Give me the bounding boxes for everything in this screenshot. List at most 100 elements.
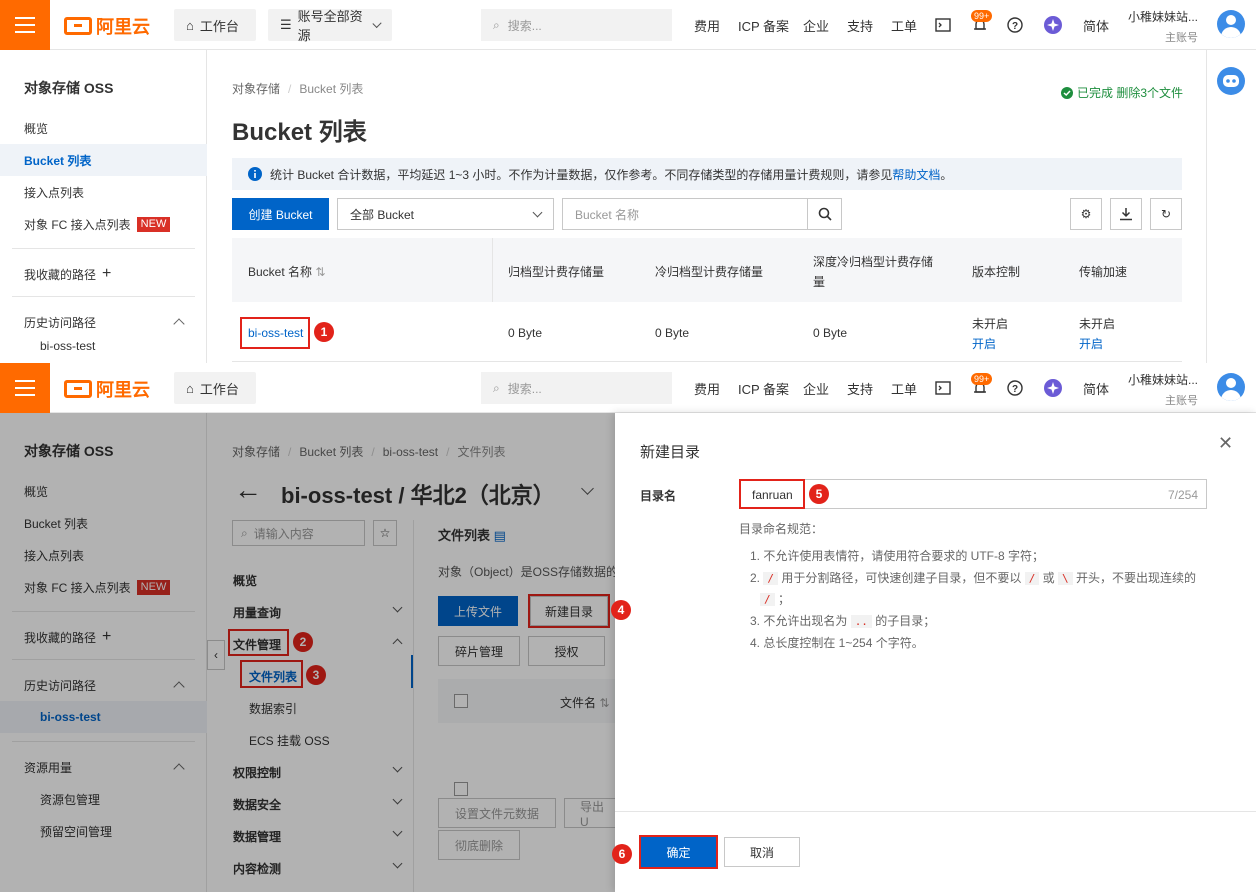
plus-icon[interactable]: + [102, 265, 111, 283]
nav-ticket[interactable]: 工单 [891, 0, 917, 50]
avatar[interactable] [1217, 373, 1245, 401]
enable-accel-link[interactable]: 开启 [1079, 335, 1103, 352]
sidebar-item-fc-access-points[interactable]: 对象 FC 接入点列表 NEW [0, 208, 207, 240]
step-number-4: 4 [611, 600, 631, 620]
sidebar-history-item[interactable]: bi-oss-test [0, 338, 207, 354]
bucket-name-search-input[interactable]: Bucket 名称 [562, 198, 808, 230]
sidebar-item-overview[interactable]: 概览 [0, 112, 207, 144]
table-row [232, 302, 1182, 362]
cell-cold: 0 Byte [655, 326, 690, 340]
bottom-navbar: 阿里云 ⌂ 工作台 ⌕ 搜索... 费用 ICP 备案 企业 支持 工单 99+ ?… [0, 363, 1256, 413]
nav-ticket[interactable]: 工单 [891, 363, 917, 413]
workbench-button[interactable]: ⌂ 工作台 [174, 9, 256, 41]
aliyun-logo[interactable]: 阿里云 [64, 13, 150, 39]
aliyun-logo[interactable]: 阿里云 [64, 376, 150, 402]
annotation-box-5 [739, 479, 805, 509]
svg-text:?: ? [1012, 384, 1018, 395]
notification-badge: 99+ [971, 10, 993, 22]
robot-assistant-icon[interactable] [1216, 66, 1246, 96]
home-icon: ⌂ [186, 380, 194, 396]
language-switch[interactable]: 简体 [1083, 363, 1109, 413]
terminal-icon[interactable] [934, 16, 952, 34]
nav-enterprise[interactable]: 企业 [803, 0, 829, 50]
refresh-icon[interactable]: ↻ [1150, 198, 1182, 230]
nav-support[interactable]: 支持 [847, 363, 873, 413]
col-deep-cold-archive: 深度冷归档型计费存储量 [813, 255, 934, 289]
rule-3: 3. 不允许出现名为 .. 的子目录； [750, 614, 936, 628]
sort-icon[interactable]: ⇅ [315, 265, 325, 279]
help-icon[interactable]: ? [1006, 16, 1024, 34]
step-number-6: 6 [612, 844, 632, 864]
breadcrumb: 对象存储 / Bucket 列表 [232, 82, 364, 96]
search-icon: ⌕ [493, 17, 500, 32]
home-icon: ⌂ [186, 17, 194, 33]
close-icon[interactable]: ✕ [1218, 433, 1233, 454]
nav-fee[interactable]: 费用 [694, 0, 720, 50]
sidebar-item-bucket-list[interactable]: Bucket 列表 [0, 144, 207, 176]
col-cold-archive: 冷归档型计费存储量 [655, 265, 764, 279]
download-icon[interactable] [1110, 198, 1142, 230]
ai-assistant-icon[interactable] [1044, 16, 1062, 34]
sidebar-title: 对象存储 OSS [24, 80, 114, 96]
language-switch[interactable]: 简体 [1083, 0, 1109, 50]
nav-enterprise[interactable]: 企业 [803, 363, 829, 413]
global-search-input[interactable]: ⌕ 搜索... [481, 372, 672, 404]
step-number-1: 1 [314, 322, 334, 342]
workbench-button[interactable]: ⌂ 工作台 [174, 372, 256, 404]
hamburger-menu-icon[interactable] [0, 363, 50, 413]
ai-assistant-icon[interactable] [1044, 379, 1062, 397]
bucket-filter-select[interactable]: 全部 Bucket [337, 198, 554, 230]
drawer-title: 新建目录 [640, 444, 701, 461]
search-icon [818, 207, 832, 221]
avatar[interactable] [1217, 10, 1245, 38]
nav-icp[interactable]: ICP 备案 [738, 0, 789, 50]
annotation-box-6 [639, 835, 718, 869]
create-bucket-button[interactable]: 创建 Bucket [232, 198, 329, 230]
sidebar-history[interactable]: 历史访问路径 [0, 306, 207, 338]
help-icon[interactable]: ? [1006, 379, 1024, 397]
chevron-up-icon [173, 318, 185, 330]
user-menu[interactable]: 小稚妹妹站... 主账号 [1128, 371, 1198, 408]
search-icon: ⌕ [493, 380, 500, 395]
rule-4: 4. 总长度控制在 1~254 个字符。 [750, 636, 924, 650]
page-title: Bucket 列表 [232, 119, 367, 146]
check-circle-icon [1061, 86, 1073, 99]
rule-1: 1. 不允许使用表情符，请使用符合要求的 UTF-8 字符； [750, 549, 1045, 563]
sidebar-item-access-points[interactable]: 接入点列表 [0, 176, 207, 208]
col-transfer-accel: 传输加速 [1079, 265, 1128, 279]
directory-name-label: 目录名 [640, 489, 677, 503]
info-icon [248, 167, 262, 181]
enable-versioning-link[interactable]: 开启 [972, 335, 996, 352]
global-search-input[interactable]: ⌕ 搜索... [481, 9, 672, 41]
new-badge: NEW [136, 216, 171, 232]
settings-gear-icon[interactable]: ⚙ [1070, 198, 1102, 230]
user-menu[interactable]: 小稚妹妹站... 主账号 [1128, 8, 1198, 45]
col-archive: 归档型计费存储量 [508, 265, 605, 279]
sidebar-favorites[interactable]: 我收藏的路径 + [0, 258, 207, 290]
svg-text:?: ? [1012, 21, 1018, 32]
search-button[interactable] [807, 198, 842, 230]
naming-rules-title: 目录命名规范： [739, 522, 824, 536]
cancel-button[interactable]: 取消 [724, 837, 800, 867]
rule-2: 2. / 用于分割路径，可快速创建子目录，但不要以 / 或 \ 开头，不要出现连… [750, 571, 1196, 606]
help-doc-link[interactable]: 帮助文档 [892, 168, 940, 182]
account-resources-button[interactable]: ☰ 账号全部资源 [268, 9, 392, 43]
hamburger-menu-icon[interactable] [0, 0, 50, 50]
new-directory-drawer: 新建目录 ✕ 目录名 fanruan 7/254 5 目录命名规范： 1. 不允… [615, 413, 1256, 892]
char-count: 7/254 [1167, 488, 1198, 502]
nav-icp[interactable]: ICP 备案 [738, 363, 789, 413]
cell-versioning: 未开启 [972, 317, 1009, 331]
nav-fee[interactable]: 费用 [694, 363, 720, 413]
nav-support[interactable]: 支持 [847, 0, 873, 50]
step-number-5: 5 [809, 484, 829, 504]
col-versioning: 版本控制 [972, 265, 1021, 279]
info-notice: 统计 Bucket 合计数据，平均延迟 1~3 小时。不作为计量数据，仅作参考。… [232, 158, 1182, 190]
annotation-box-1 [240, 317, 310, 349]
chevron-down-icon [532, 207, 543, 217]
cell-archive: 0 Byte [508, 326, 543, 340]
status-message: 已完成 删除3个文件 [1061, 84, 1183, 101]
terminal-icon[interactable] [934, 379, 952, 397]
chevron-down-icon [372, 18, 382, 28]
top-sidebar: 对象存储 OSS 概览 Bucket 列表 接入点列表 对象 FC 接入点列表 N… [0, 50, 207, 363]
col-bucket-name[interactable]: Bucket 名称 ⇅ [248, 263, 325, 280]
